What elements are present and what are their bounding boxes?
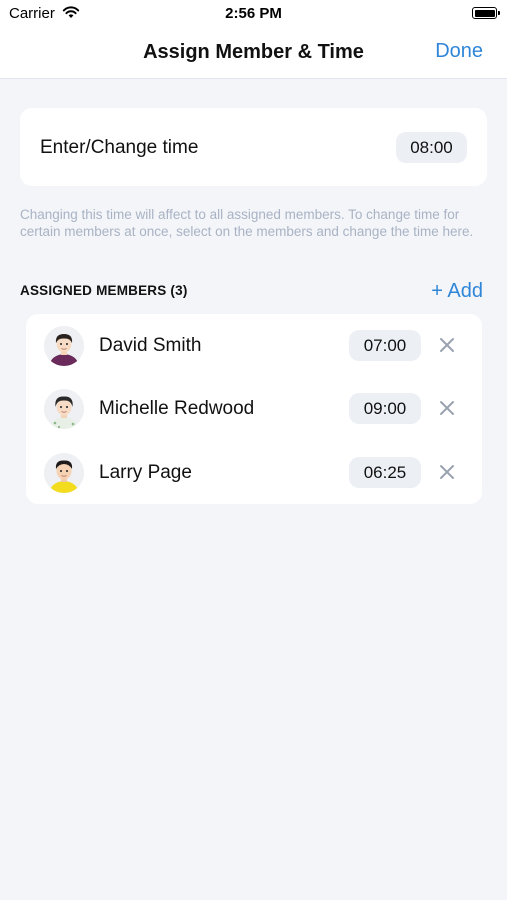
battery-icon bbox=[472, 7, 500, 19]
remove-member-icon[interactable] bbox=[439, 464, 455, 480]
change-time-label: Enter/Change time bbox=[40, 137, 199, 158]
avatar-larry-icon bbox=[44, 453, 84, 493]
navigation-bar: Assign Member & Time Done bbox=[0, 28, 507, 79]
member-time-field[interactable]: 09:00 bbox=[349, 393, 421, 424]
avatar-david-icon bbox=[44, 326, 84, 366]
assigned-members-header: ASSIGNED MEMBERS (3) bbox=[20, 283, 188, 298]
time-hint-text: Changing this time will affect to all as… bbox=[20, 207, 474, 239]
members-list: David Smith 07:00 Michelle Redwood 09:00 bbox=[26, 314, 482, 504]
add-member-button[interactable]: + Add bbox=[431, 280, 483, 303]
member-row[interactable]: David Smith 07:00 bbox=[26, 314, 482, 377]
status-bar: Carrier 2:56 PM bbox=[0, 0, 507, 28]
status-time: 2:56 PM bbox=[225, 5, 282, 22]
member-row[interactable]: Michelle Redwood 09:00 bbox=[26, 377, 482, 440]
done-button[interactable]: Done bbox=[435, 40, 483, 63]
member-time-field[interactable]: 06:25 bbox=[349, 457, 421, 488]
change-time-card[interactable]: Enter/Change time 08:00 bbox=[20, 108, 487, 186]
remove-member-icon[interactable] bbox=[439, 337, 455, 353]
avatar-michelle-icon bbox=[44, 389, 84, 429]
member-name: David Smith bbox=[99, 335, 202, 356]
member-time-field[interactable]: 07:00 bbox=[349, 330, 421, 361]
member-name: Larry Page bbox=[99, 462, 192, 483]
page-title: Assign Member & Time bbox=[143, 41, 364, 63]
global-time-field[interactable]: 08:00 bbox=[396, 132, 467, 163]
member-row[interactable]: Larry Page 06:25 bbox=[26, 441, 482, 504]
remove-member-icon[interactable] bbox=[439, 400, 455, 416]
member-name: Michelle Redwood bbox=[99, 398, 255, 419]
